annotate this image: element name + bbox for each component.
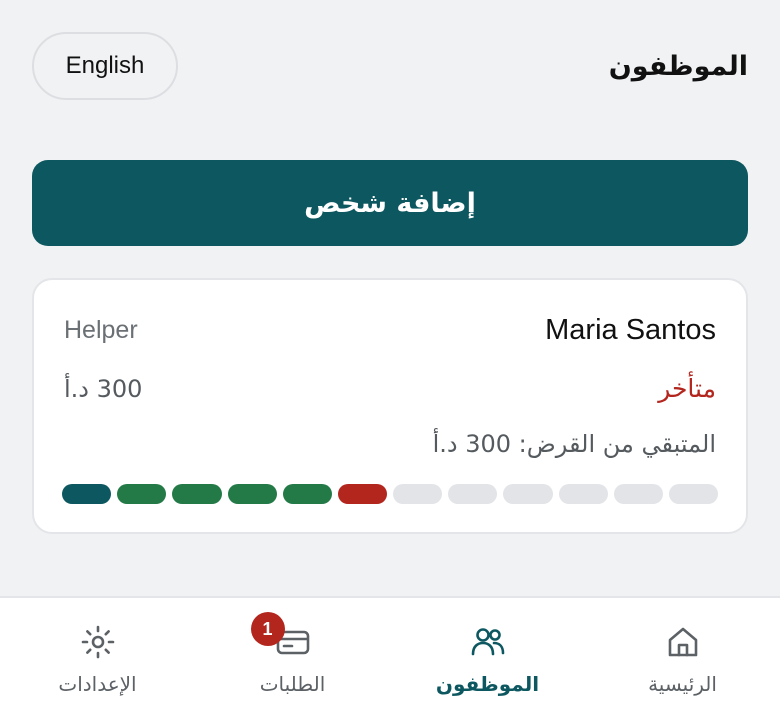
employee-card[interactable]: Maria Santos Helper متأخر 300 د.أ المتبق…: [32, 278, 748, 534]
page-title: الموظفون: [608, 50, 748, 82]
installment-amount: 300 د.أ: [64, 374, 143, 403]
installment-segment-paid: [227, 484, 277, 504]
installment-segment-paid: [172, 484, 222, 504]
language-toggle-button[interactable]: English: [32, 32, 178, 100]
installment-segment-paid: [117, 484, 167, 504]
employee-name: Maria Santos: [545, 314, 716, 346]
nav-item-home[interactable]: الرئيسية: [585, 598, 780, 720]
installment-progress: [62, 484, 719, 506]
bottom-nav: الرئيسية الموظفون 1 الطلبات الإعدادات: [0, 596, 780, 720]
installment-segment-pending: [393, 484, 443, 504]
installment-segment-paid: [282, 484, 332, 504]
nav-item-employees[interactable]: الموظفون: [390, 598, 585, 720]
installment-segment-pending: [558, 484, 608, 504]
remaining-loan-row: المتبقي من القرض: 300 د.أ: [64, 430, 716, 458]
installment-segment-pending: [613, 484, 663, 504]
installment-segment-pending: [668, 484, 719, 504]
installment-segment-pending: [503, 484, 553, 504]
header: الموظفون English: [32, 32, 748, 100]
people-icon: [468, 622, 508, 662]
employee-role: Helper: [64, 316, 138, 344]
employee-card-header: Maria Santos Helper: [64, 314, 716, 347]
installment-segment-current: [62, 484, 112, 504]
nav-item-label: الطلبات: [259, 672, 326, 696]
installment-segment-pending: [448, 484, 498, 504]
status-badge: متأخر: [658, 374, 716, 403]
nav-item-requests[interactable]: 1 الطلبات: [195, 598, 390, 720]
sun-settings-icon: [78, 622, 118, 662]
nav-item-label: الرئيسية: [648, 672, 717, 696]
installment-segment-late: [337, 484, 388, 504]
nav-item-label: الموظفون: [435, 672, 540, 696]
add-person-button[interactable]: إضافة شخص: [32, 160, 748, 246]
nav-item-settings[interactable]: الإعدادات: [0, 598, 195, 720]
home-icon: [663, 622, 703, 662]
remaining-loan: المتبقي من القرض: 300 د.أ: [432, 430, 716, 458]
employee-status-row: متأخر 300 د.أ: [64, 374, 716, 403]
notification-badge: 1: [250, 612, 285, 646]
nav-item-label: الإعدادات: [58, 672, 137, 696]
